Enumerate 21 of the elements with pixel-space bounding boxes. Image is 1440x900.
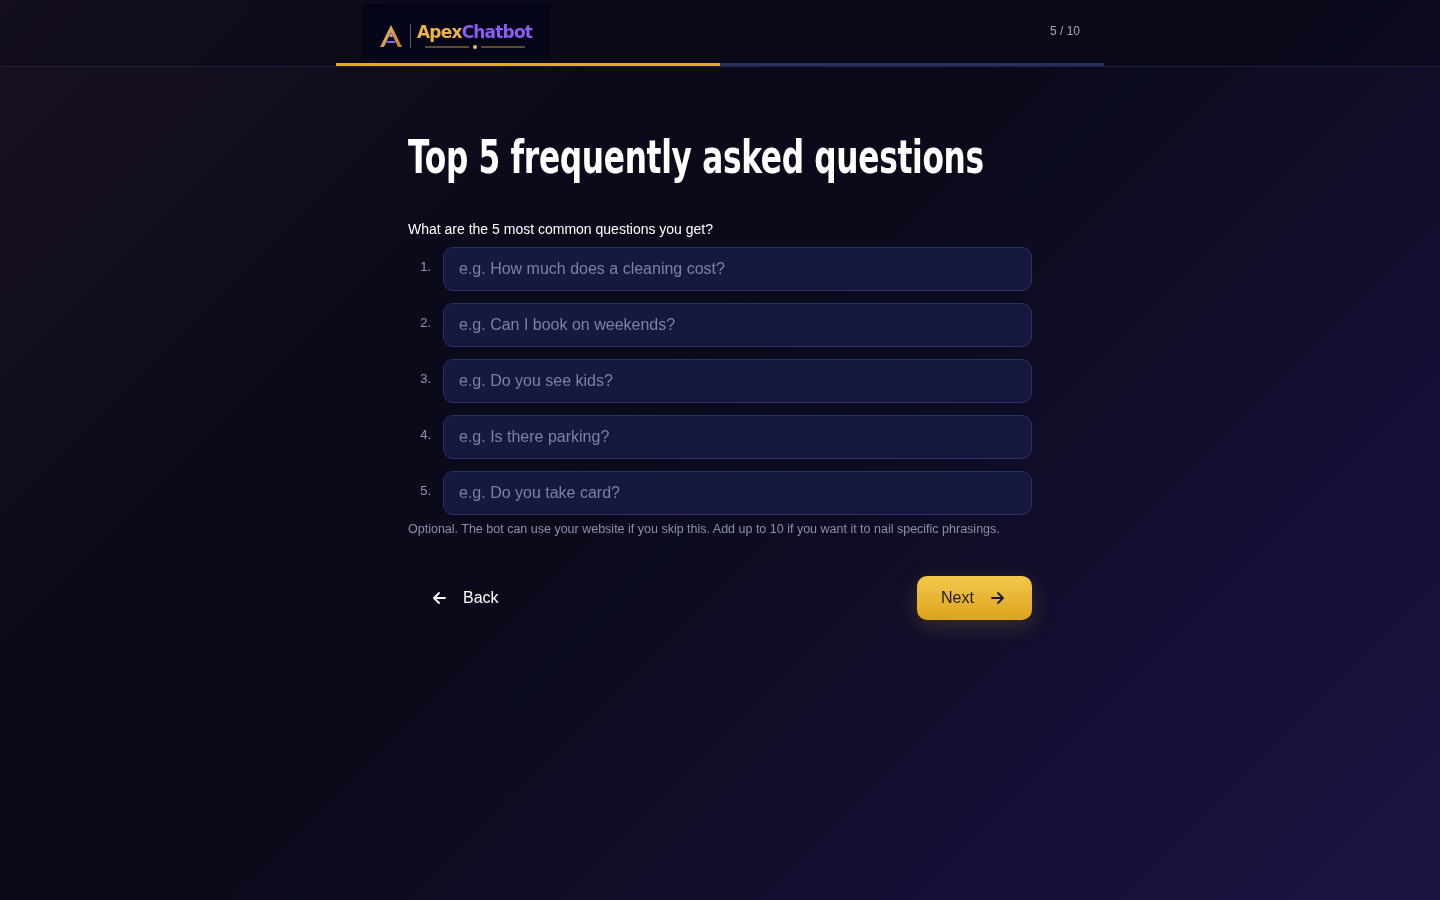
- question-label: What are the 5 most common questions you get?: [408, 220, 715, 238]
- step-counter: 5 / 10: [1049, 23, 1080, 38]
- list-number: 4.: [419, 426, 431, 443]
- list-number: 3.: [419, 370, 431, 387]
- input-field[interactable]: e.g. Do you see kids?: [443, 359, 1032, 403]
- triangle-logo-icon: [378, 23, 404, 48]
- list-number: 5.: [419, 482, 431, 499]
- arrow-left-icon: [432, 591, 446, 605]
- input-field[interactable]: e.g. Can I book on weekends?: [443, 303, 1032, 347]
- input-field[interactable]: e.g. Is there parking?: [443, 415, 1032, 459]
- list-number: 1.: [419, 258, 431, 275]
- input-field[interactable]: e.g. How much does a cleaning cost?: [443, 247, 1032, 291]
- list-number: 2.: [419, 314, 431, 331]
- page-title: Top 5 frequently asked questions: [408, 129, 984, 185]
- arrow-right-icon: [990, 591, 1005, 605]
- ornament-line-icon: [424, 45, 525, 49]
- next-button[interactable]: Next: [917, 576, 1032, 620]
- logo-text: ApexChatbot: [417, 22, 533, 42]
- hint-text: Optional. The bot can use your website if you skip this. Add up to 10 if you want it to nail specific phrasings.: [408, 521, 1001, 537]
- input-field[interactable]: e.g. Do you take card?: [443, 471, 1032, 515]
- back-button[interactable]: Back: [420, 576, 511, 620]
